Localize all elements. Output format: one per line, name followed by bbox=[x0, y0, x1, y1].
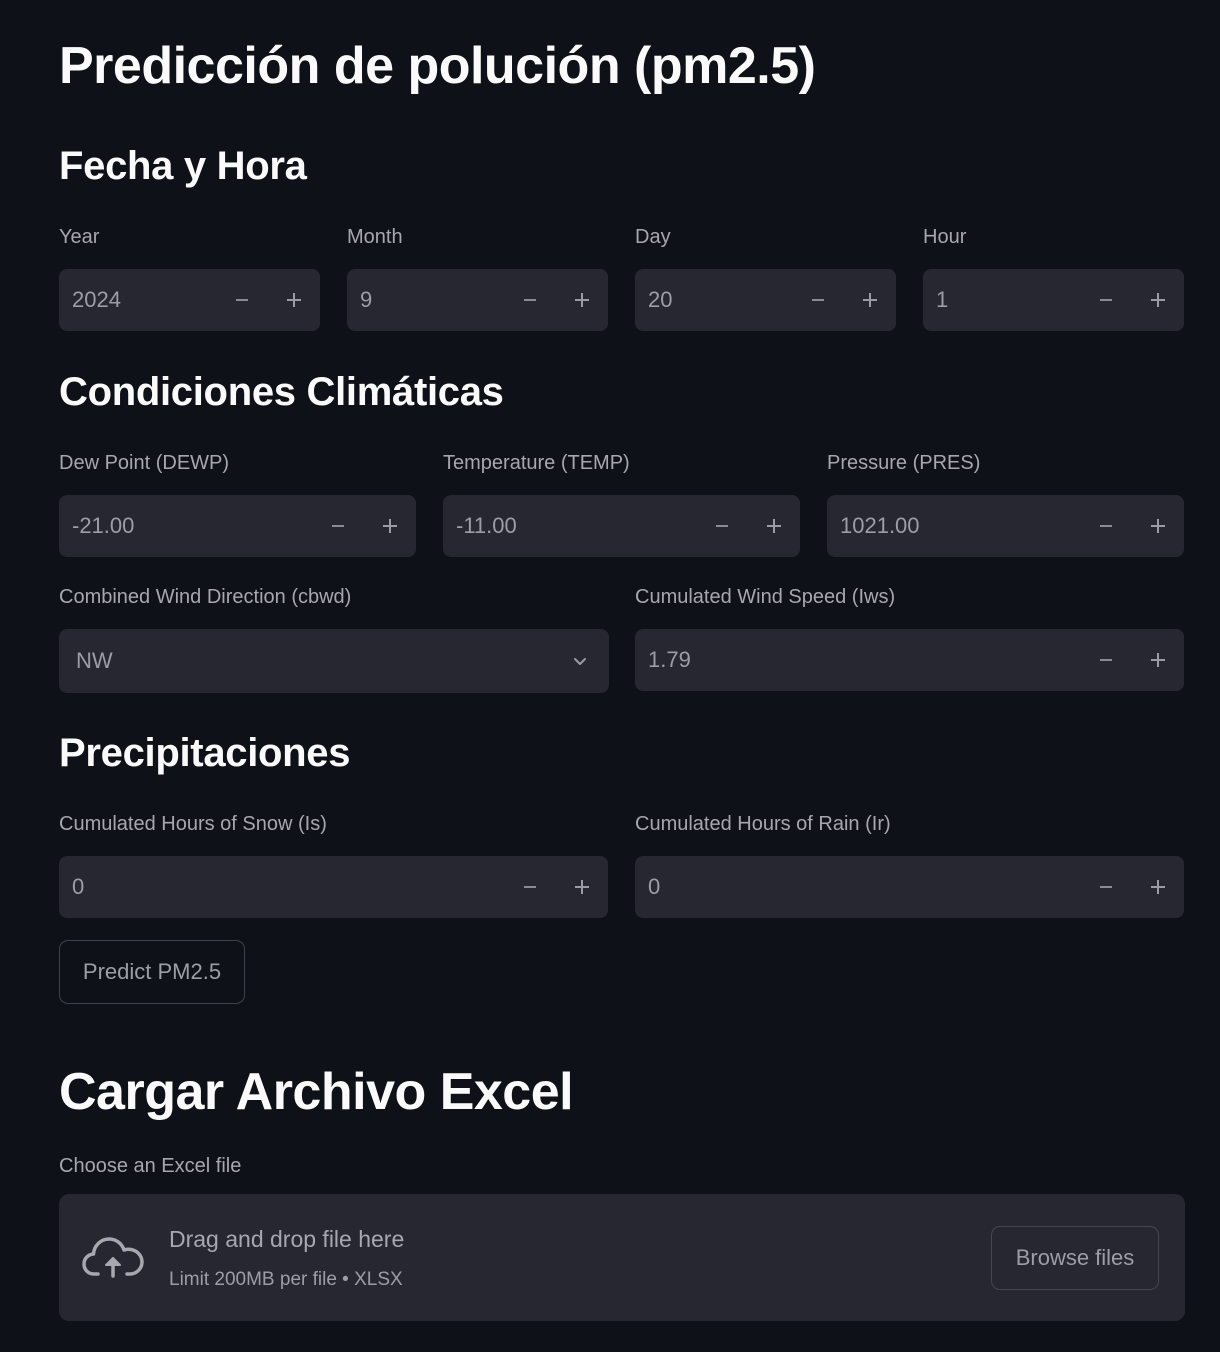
dropzone-title: Drag and drop file here bbox=[169, 1226, 405, 1252]
month-field: Month 9 bbox=[347, 223, 608, 331]
plus-icon bbox=[1151, 880, 1165, 894]
wind-direction-field: Combined Wind Direction (cbwd) NW bbox=[59, 583, 609, 693]
minus-icon bbox=[716, 525, 728, 527]
snow-hours-increment-button[interactable] bbox=[556, 856, 608, 918]
month-increment-button[interactable] bbox=[556, 269, 608, 331]
day-number-input: 20 bbox=[635, 269, 896, 331]
plus-icon bbox=[1151, 519, 1165, 533]
minus-icon bbox=[1100, 886, 1112, 888]
file-dropzone[interactable]: Drag and drop file here Limit 200MB per … bbox=[59, 1194, 1185, 1321]
wind-direction-label: Combined Wind Direction (cbwd) bbox=[59, 586, 352, 608]
temperature-label: Temperature (TEMP) bbox=[443, 452, 630, 474]
pressure-label: Pressure (PRES) bbox=[827, 452, 981, 474]
year-field: Year 2024 bbox=[59, 223, 320, 331]
wind-speed-field: Cumulated Wind Speed (Iws) 1.79 bbox=[635, 583, 1184, 691]
plus-icon bbox=[1151, 293, 1165, 307]
wind-direction-value: NW bbox=[76, 648, 113, 673]
dropzone-subtitle: Limit 200MB per file • XLSX bbox=[169, 1269, 403, 1290]
plus-icon bbox=[767, 519, 781, 533]
day-increment-button[interactable] bbox=[844, 269, 896, 331]
temperature-increment-button[interactable] bbox=[748, 495, 800, 557]
dew-point-increment-button[interactable] bbox=[364, 495, 416, 557]
browse-files-button[interactable]: Browse files bbox=[991, 1226, 1159, 1290]
day-input[interactable]: 20 bbox=[635, 287, 792, 313]
hour-number-input: 1 bbox=[923, 269, 1184, 331]
month-input[interactable]: 9 bbox=[347, 287, 504, 313]
minus-icon bbox=[1100, 659, 1112, 661]
pressure-field: Pressure (PRES) 1021.00 bbox=[827, 449, 1184, 557]
rain-hours-input[interactable]: 0 bbox=[635, 874, 1080, 900]
rain-hours-decrement-button[interactable] bbox=[1080, 856, 1132, 918]
rain-hours-increment-button[interactable] bbox=[1132, 856, 1184, 918]
file-uploader-label: Choose an Excel file bbox=[59, 1155, 242, 1177]
pressure-number-input: 1021.00 bbox=[827, 495, 1184, 557]
page-title: Predicción de polución (pm2.5) bbox=[59, 37, 816, 95]
minus-icon bbox=[1100, 525, 1112, 527]
temperature-input[interactable]: -11.00 bbox=[443, 513, 696, 539]
year-input[interactable]: 2024 bbox=[59, 287, 216, 313]
hour-increment-button[interactable] bbox=[1132, 269, 1184, 331]
dew-point-input[interactable]: -21.00 bbox=[59, 513, 312, 539]
dew-point-decrement-button[interactable] bbox=[312, 495, 364, 557]
section-heading-datetime: Fecha y Hora bbox=[59, 144, 307, 188]
snow-hours-number-input: 0 bbox=[59, 856, 608, 918]
minus-icon bbox=[236, 299, 248, 301]
pressure-decrement-button[interactable] bbox=[1080, 495, 1132, 557]
plus-icon bbox=[1151, 653, 1165, 667]
dew-point-field: Dew Point (DEWP) -21.00 bbox=[59, 449, 416, 557]
snow-hours-decrement-button[interactable] bbox=[504, 856, 556, 918]
wind-speed-number-input: 1.79 bbox=[635, 629, 1184, 691]
year-label: Year bbox=[59, 226, 100, 248]
temperature-number-input: -11.00 bbox=[443, 495, 800, 557]
section-heading-climate: Condiciones Climáticas bbox=[59, 370, 504, 414]
plus-icon bbox=[383, 519, 397, 533]
snow-hours-field: Cumulated Hours of Snow (Is) 0 bbox=[59, 810, 608, 918]
month-label: Month bbox=[347, 226, 403, 248]
snow-hours-label: Cumulated Hours of Snow (Is) bbox=[59, 813, 327, 835]
hour-decrement-button[interactable] bbox=[1080, 269, 1132, 331]
day-label: Day bbox=[635, 226, 671, 248]
rain-hours-field: Cumulated Hours of Rain (Ir) 0 bbox=[635, 810, 1184, 918]
wind-speed-label: Cumulated Wind Speed (Iws) bbox=[635, 586, 896, 608]
wind-speed-increment-button[interactable] bbox=[1132, 629, 1184, 691]
minus-icon bbox=[524, 886, 536, 888]
month-number-input: 9 bbox=[347, 269, 608, 331]
hour-input[interactable]: 1 bbox=[923, 287, 1080, 313]
temperature-field: Temperature (TEMP) -11.00 bbox=[443, 449, 800, 557]
month-decrement-button[interactable] bbox=[504, 269, 556, 331]
plus-icon bbox=[575, 293, 589, 307]
main-page: Predicción de polución (pm2.5) Fecha y H… bbox=[0, 0, 1220, 1352]
minus-icon bbox=[332, 525, 344, 527]
rain-hours-label: Cumulated Hours of Rain (Ir) bbox=[635, 813, 891, 835]
wind-speed-decrement-button[interactable] bbox=[1080, 629, 1132, 691]
minus-icon bbox=[524, 299, 536, 301]
rain-hours-number-input: 0 bbox=[635, 856, 1184, 918]
dew-point-label: Dew Point (DEWP) bbox=[59, 452, 230, 474]
day-decrement-button[interactable] bbox=[792, 269, 844, 331]
chevron-down-icon bbox=[574, 658, 586, 665]
dew-point-number-input: -21.00 bbox=[59, 495, 416, 557]
plus-icon bbox=[287, 293, 301, 307]
wind-speed-input[interactable]: 1.79 bbox=[635, 647, 1080, 673]
plus-icon bbox=[575, 880, 589, 894]
minus-icon bbox=[812, 299, 824, 301]
predict-button[interactable]: Predict PM2.5 bbox=[59, 940, 245, 1004]
section-heading-precipitation: Precipitaciones bbox=[59, 731, 351, 775]
snow-hours-input[interactable]: 0 bbox=[59, 874, 504, 900]
minus-icon bbox=[1100, 299, 1112, 301]
pressure-input[interactable]: 1021.00 bbox=[827, 513, 1080, 539]
hour-label: Hour bbox=[923, 226, 967, 248]
pressure-increment-button[interactable] bbox=[1132, 495, 1184, 557]
year-increment-button[interactable] bbox=[268, 269, 320, 331]
section-heading-upload: Cargar Archivo Excel bbox=[59, 1063, 574, 1121]
hour-field: Hour 1 bbox=[923, 223, 1184, 331]
cloud-upload-icon bbox=[82, 1237, 144, 1278]
plus-icon bbox=[863, 293, 877, 307]
day-field: Day 20 bbox=[635, 223, 896, 331]
year-number-input: 2024 bbox=[59, 269, 320, 331]
year-decrement-button[interactable] bbox=[216, 269, 268, 331]
wind-direction-select[interactable]: NW bbox=[59, 629, 609, 693]
temperature-decrement-button[interactable] bbox=[696, 495, 748, 557]
